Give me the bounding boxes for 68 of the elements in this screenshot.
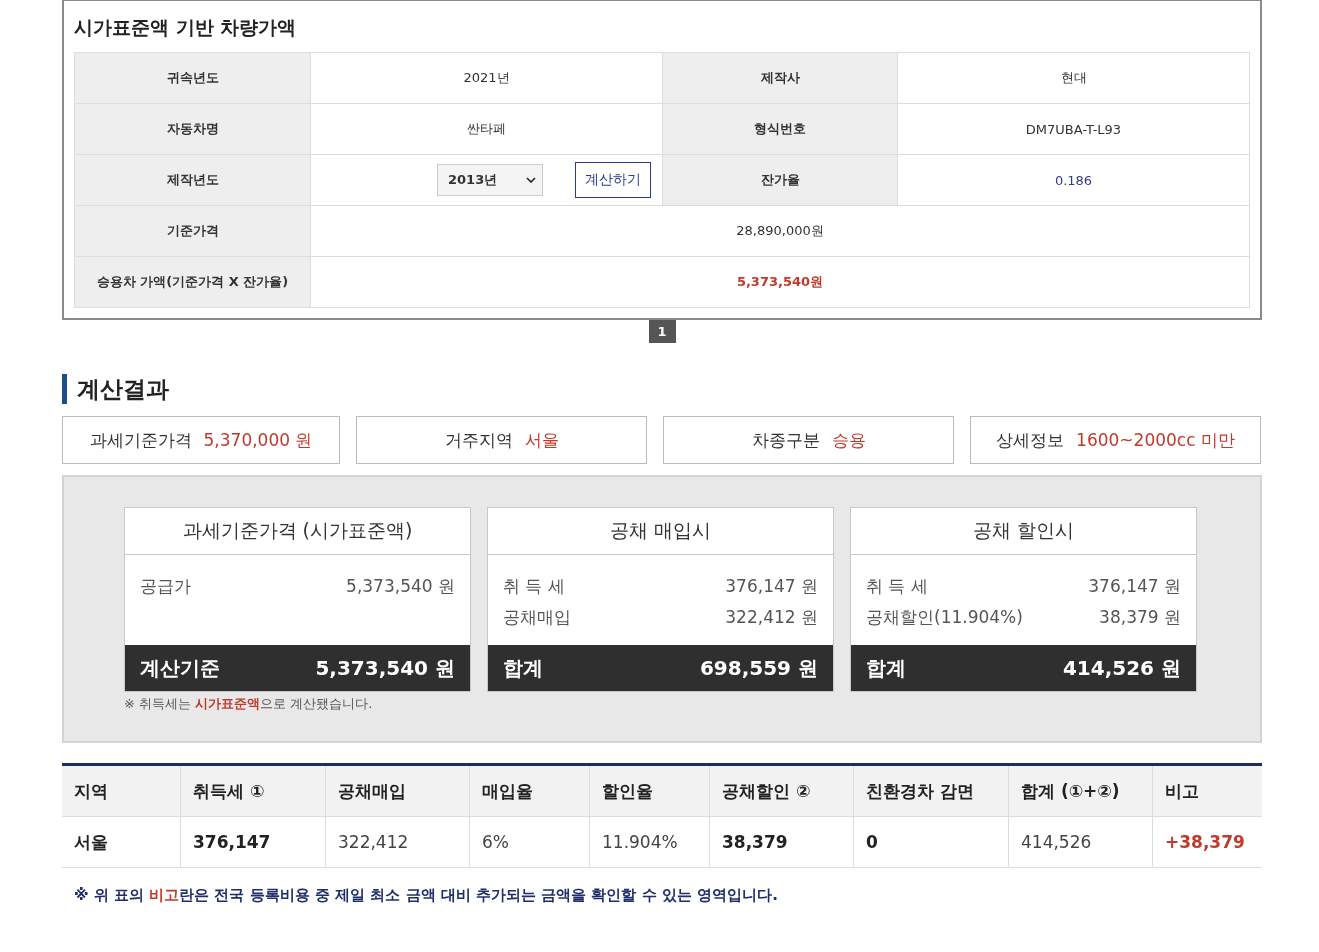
total-value: 698,559 원 (699, 654, 818, 682)
label-cell: 귀속년도 (75, 53, 311, 104)
summary-label: 상세정보 (996, 428, 1065, 452)
line-label: 공급가 (140, 575, 191, 598)
note-text: ※ 취득세는 시가표준액으로 계산됐습니다. (124, 695, 374, 713)
label-cell: 잔가율 (663, 155, 898, 206)
column-header: 합계 (①+②) (1009, 766, 1153, 816)
summary-label: 차종구분 (751, 428, 820, 452)
table-cell: 414,526 (1009, 817, 1153, 867)
total-label: 합계 (503, 654, 543, 682)
card-title: 공채 매입시 (488, 508, 833, 555)
column-header: 매입율 (470, 766, 590, 816)
line-label: 공채할인(11.904%) (866, 606, 1023, 629)
label-cell: 자동차명 (75, 104, 311, 155)
column-header: 비고 (1164, 779, 1200, 803)
summary-value: 승용 (831, 428, 866, 452)
table-cell: 0 (854, 817, 1009, 867)
table-cell: 322,412 (326, 817, 470, 867)
table-cell: 376,147 (181, 817, 326, 867)
summary-value: 서울 (524, 428, 559, 452)
table-cell: 38,379 (710, 817, 854, 867)
line-value: 322,412 원 (725, 606, 818, 629)
year-select[interactable]: 2013년 (437, 164, 543, 196)
value-cell: 현대 (1060, 69, 1087, 87)
column-header: 공채할인 ② (710, 766, 854, 816)
column-header: 친환경차 감면 (854, 766, 1009, 816)
chevron-down-icon (526, 177, 536, 183)
line-label: 공채매입 (503, 606, 571, 629)
summary-value: 5,370,000 원 (203, 428, 313, 452)
summary-value: 1600~2000cc 미만 (1076, 428, 1235, 452)
section-title: 계산결과 (62, 374, 1262, 404)
summary-label: 과세기준가격 (89, 428, 192, 452)
panel-title: 시가표준액 기반 차량가액 (74, 15, 298, 40)
value-cell: 28,890,000원 (736, 222, 824, 240)
label-cell: 제작사 (663, 53, 898, 104)
value-cell: 5,373,540원 (736, 273, 824, 291)
label-cell: 승용차 가액(기준가격 X 잔가율) (75, 257, 311, 308)
line-value: 5,373,540 원 (346, 575, 455, 598)
line-label: 취 득 세 (866, 575, 928, 598)
total-label: 합계 (866, 654, 906, 682)
value-cell: 0.186 (1054, 172, 1093, 188)
summary-label: 거주지역 (444, 428, 513, 452)
line-label: 취 득 세 (503, 575, 565, 598)
label-cell: 제작년도 (75, 155, 311, 206)
table-cell: 6% (470, 817, 590, 867)
total-value: 414,526 원 (1062, 654, 1181, 682)
calculate-button[interactable]: 계산하기 (575, 162, 651, 198)
page-button[interactable]: 1 (648, 320, 676, 343)
line-value: 38,379 원 (1099, 606, 1181, 629)
label-cell: 기준가격 (75, 206, 311, 257)
card-title: 과세기준가격 (시가표준액) (125, 508, 470, 555)
line-value: 376,147 원 (1088, 575, 1181, 598)
value-cell: 싼타페 (467, 120, 506, 138)
value-cell: DM7UBA-T-L93 (1025, 121, 1122, 137)
card-title: 공채 할인시 (851, 508, 1196, 555)
column-header: 할인율 (590, 766, 710, 816)
footnote-text: ※ 위 표의 비고란은 전국 등록비용 중 제일 최소 금액 대비 추가되는 금액을 확인할 수 있는 영역입니다. (74, 886, 779, 905)
table-cell-text: +38,379 (1164, 831, 1246, 854)
table-cell: 11.904% (590, 817, 710, 867)
value-cell: 2021년 (463, 69, 510, 87)
column-header: 공채매입 (326, 766, 470, 816)
total-label: 계산기준 (140, 654, 220, 682)
line-value: 376,147 원 (725, 575, 818, 598)
total-value: 5,373,540 원 (315, 654, 455, 682)
column-header: 취득세 ① (181, 766, 326, 816)
table-cell: 서울 (62, 817, 181, 867)
column-header: 지역 (62, 766, 181, 816)
label-cell: 형식번호 (663, 104, 898, 155)
